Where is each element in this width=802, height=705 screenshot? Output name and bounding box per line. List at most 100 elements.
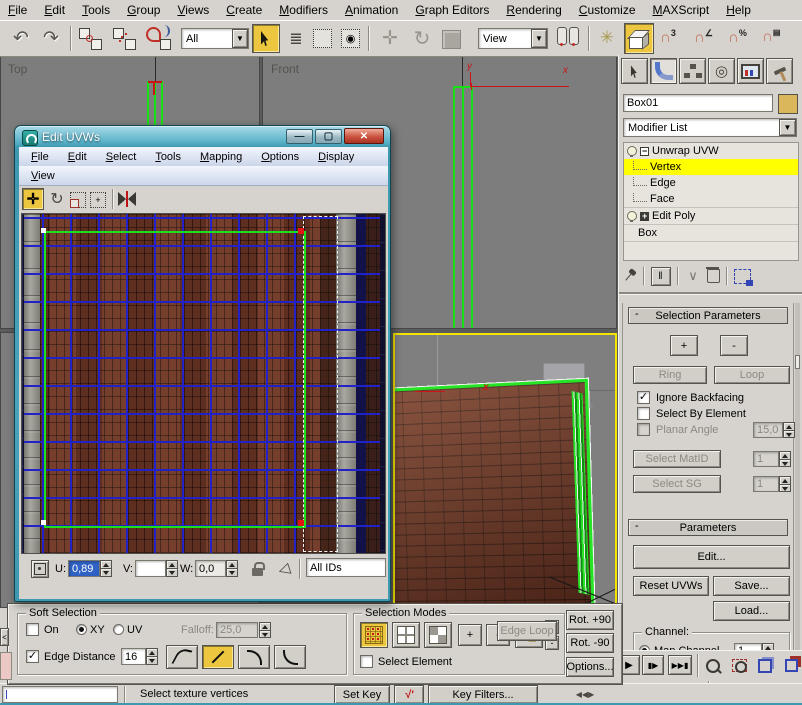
selection-parameters-header[interactable]: - Selection Parameters (628, 307, 788, 324)
menu-maxscript[interactable]: MAXScript (653, 3, 710, 17)
tab-create[interactable] (621, 58, 648, 84)
uvw-menu-tools[interactable]: Tools (153, 151, 183, 163)
v-field[interactable] (135, 560, 166, 577)
menu-graph-editors[interactable]: Graph Editors (415, 3, 489, 17)
previous-key-icon[interactable]: ◀◀▶ (572, 687, 598, 702)
edge-loop-button[interactable]: Edge Loop (497, 621, 557, 641)
select-object-button[interactable] (252, 24, 280, 53)
persp-brick-wall[interactable] (393, 379, 595, 608)
front-box-wireframe[interactable] (453, 86, 473, 329)
pin-stack-icon[interactable] (620, 266, 640, 286)
uv-vertex-bottom-left[interactable] (41, 520, 46, 525)
use-center-icon[interactable] (555, 25, 581, 52)
uvw-scale-icon[interactable] (70, 192, 86, 208)
selection-filter-dropdown[interactable]: All ▼ (181, 28, 249, 49)
menu-rendering[interactable]: Rendering (506, 3, 561, 17)
uvw-menu-options[interactable]: Options (259, 151, 301, 163)
undo-icon[interactable]: ↶ (8, 25, 34, 51)
planar-angle-field[interactable]: 15,0 (753, 422, 783, 438)
vertex-mode-button[interactable] (360, 622, 388, 648)
soft-selection-on-checkbox[interactable] (26, 623, 39, 636)
falloff-slow-curve-button[interactable] (238, 645, 270, 669)
dropdown-arrow-icon[interactable]: ▼ (232, 29, 248, 48)
menu-customize[interactable]: Customize (579, 3, 636, 17)
key-filters-button[interactable]: Key Filters... (428, 685, 538, 704)
reference-coordinate-dropdown[interactable]: View ▼ (478, 28, 548, 49)
bind-to-spacewarp-icon[interactable] (146, 25, 176, 52)
menu-views[interactable]: Views (177, 3, 209, 17)
falloff-field[interactable]: 25,0 (216, 622, 258, 638)
menu-help[interactable]: Help (726, 3, 751, 17)
collapse-minus-icon[interactable]: − (640, 147, 649, 156)
zoom-all-icon[interactable] (727, 654, 751, 677)
menu-file[interactable]: File (8, 3, 27, 17)
v-spinner[interactable] (166, 560, 178, 577)
select-and-link-icon[interactable] (78, 27, 104, 51)
spinner-snap-icon[interactable]: ∩▤ (762, 29, 780, 44)
menu-group[interactable]: Group (127, 3, 160, 17)
uv-radio[interactable] (113, 624, 124, 635)
auto-key-mode-button[interactable]: √' (394, 685, 424, 704)
tab-utilities[interactable] (766, 58, 793, 84)
falloff-spinner[interactable] (259, 622, 271, 638)
scale-icon[interactable] (442, 30, 461, 49)
w-field[interactable]: 0,0 (195, 560, 226, 577)
go-to-end-button[interactable]: ▶▶▮ (668, 655, 692, 675)
uvw-move-button[interactable]: ✛ (22, 188, 44, 210)
select-by-element-checkbox[interactable] (637, 407, 650, 420)
xy-radio[interactable] (76, 624, 87, 635)
sg-field[interactable]: 1 (753, 476, 779, 492)
falloff-fast-curve-button[interactable] (274, 645, 306, 669)
planar-angle-checkbox[interactable] (637, 423, 650, 436)
tab-motion[interactable]: ◎ (708, 58, 735, 84)
stack-row-edge[interactable]: Edge (624, 175, 798, 191)
maximize-button[interactable]: ▢ (315, 129, 342, 144)
set-key-button[interactable]: Set Key (334, 685, 390, 704)
u-spinner[interactable] (100, 560, 112, 577)
rollout-scrollbar[interactable] (795, 303, 800, 653)
parameters-header[interactable]: - Parameters (628, 519, 788, 536)
ignore-backfacing-checkbox[interactable] (637, 391, 650, 404)
absolute-offset-mode-button[interactable] (31, 560, 49, 578)
tab-hierarchy[interactable] (679, 58, 706, 84)
lock-selected-vertices-icon[interactable] (252, 562, 266, 577)
planar-angle-spinner[interactable] (783, 422, 795, 438)
edit-uvws-button[interactable]: Edit... (633, 545, 790, 569)
uvw-menu-edit[interactable]: Edit (66, 151, 89, 163)
select-element-checkbox[interactable] (360, 655, 373, 668)
falloff-smooth-curve-button[interactable] (166, 645, 198, 669)
uvw-menu-mapping[interactable]: Mapping (198, 151, 244, 163)
dropdown-arrow-icon[interactable]: ▼ (779, 119, 796, 136)
snap-toggle-3d-icon[interactable]: ∩3 (660, 29, 676, 45)
uv-vertex-top-right[interactable] (298, 228, 304, 234)
select-by-name-icon[interactable]: ≣ (283, 26, 309, 52)
rectangular-selection-region-icon[interactable] (313, 29, 332, 48)
edge-mode-button[interactable] (392, 622, 420, 648)
viewport-perspective[interactable]: x (393, 333, 617, 608)
rotate-minus-90-button[interactable]: Rot. -90 (566, 633, 614, 653)
mini-listener-pink[interactable] (0, 652, 12, 680)
modifier-enable-bulb-icon[interactable] (627, 146, 637, 156)
uv-canvas[interactable] (21, 213, 386, 554)
uv-selected-edges-rect[interactable] (44, 231, 306, 528)
window-crossing-selection-icon[interactable]: ◉ (341, 29, 360, 48)
show-end-result-button[interactable]: ‖ (651, 267, 671, 286)
stack-row-face[interactable]: Face (624, 191, 798, 207)
w-spinner[interactable] (226, 560, 238, 577)
menu-create[interactable]: Create (226, 3, 262, 17)
select-matid-button[interactable]: Select MatID (633, 450, 721, 468)
edge-distance-field[interactable]: 16 (121, 648, 146, 665)
sg-spinner[interactable] (779, 476, 791, 492)
stack-row-vertex[interactable]: Vertex (624, 159, 798, 175)
reset-uvws-button[interactable]: Reset UVWs (633, 576, 709, 596)
matid-spinner[interactable] (779, 451, 791, 467)
zoom-extents-all-icon[interactable] (779, 654, 802, 677)
snaps-toggle-button[interactable] (624, 23, 654, 54)
uv-vertex-bottom-right[interactable] (298, 520, 304, 526)
select-sg-button[interactable]: Select SG (633, 475, 721, 493)
menu-animation[interactable]: Animation (345, 3, 398, 17)
uv-vertex-top-left[interactable] (41, 228, 46, 233)
object-color-swatch[interactable] (778, 94, 798, 114)
modifier-enable-bulb-icon[interactable] (627, 211, 637, 221)
grow-uv-selection-button[interactable]: + (458, 624, 482, 646)
